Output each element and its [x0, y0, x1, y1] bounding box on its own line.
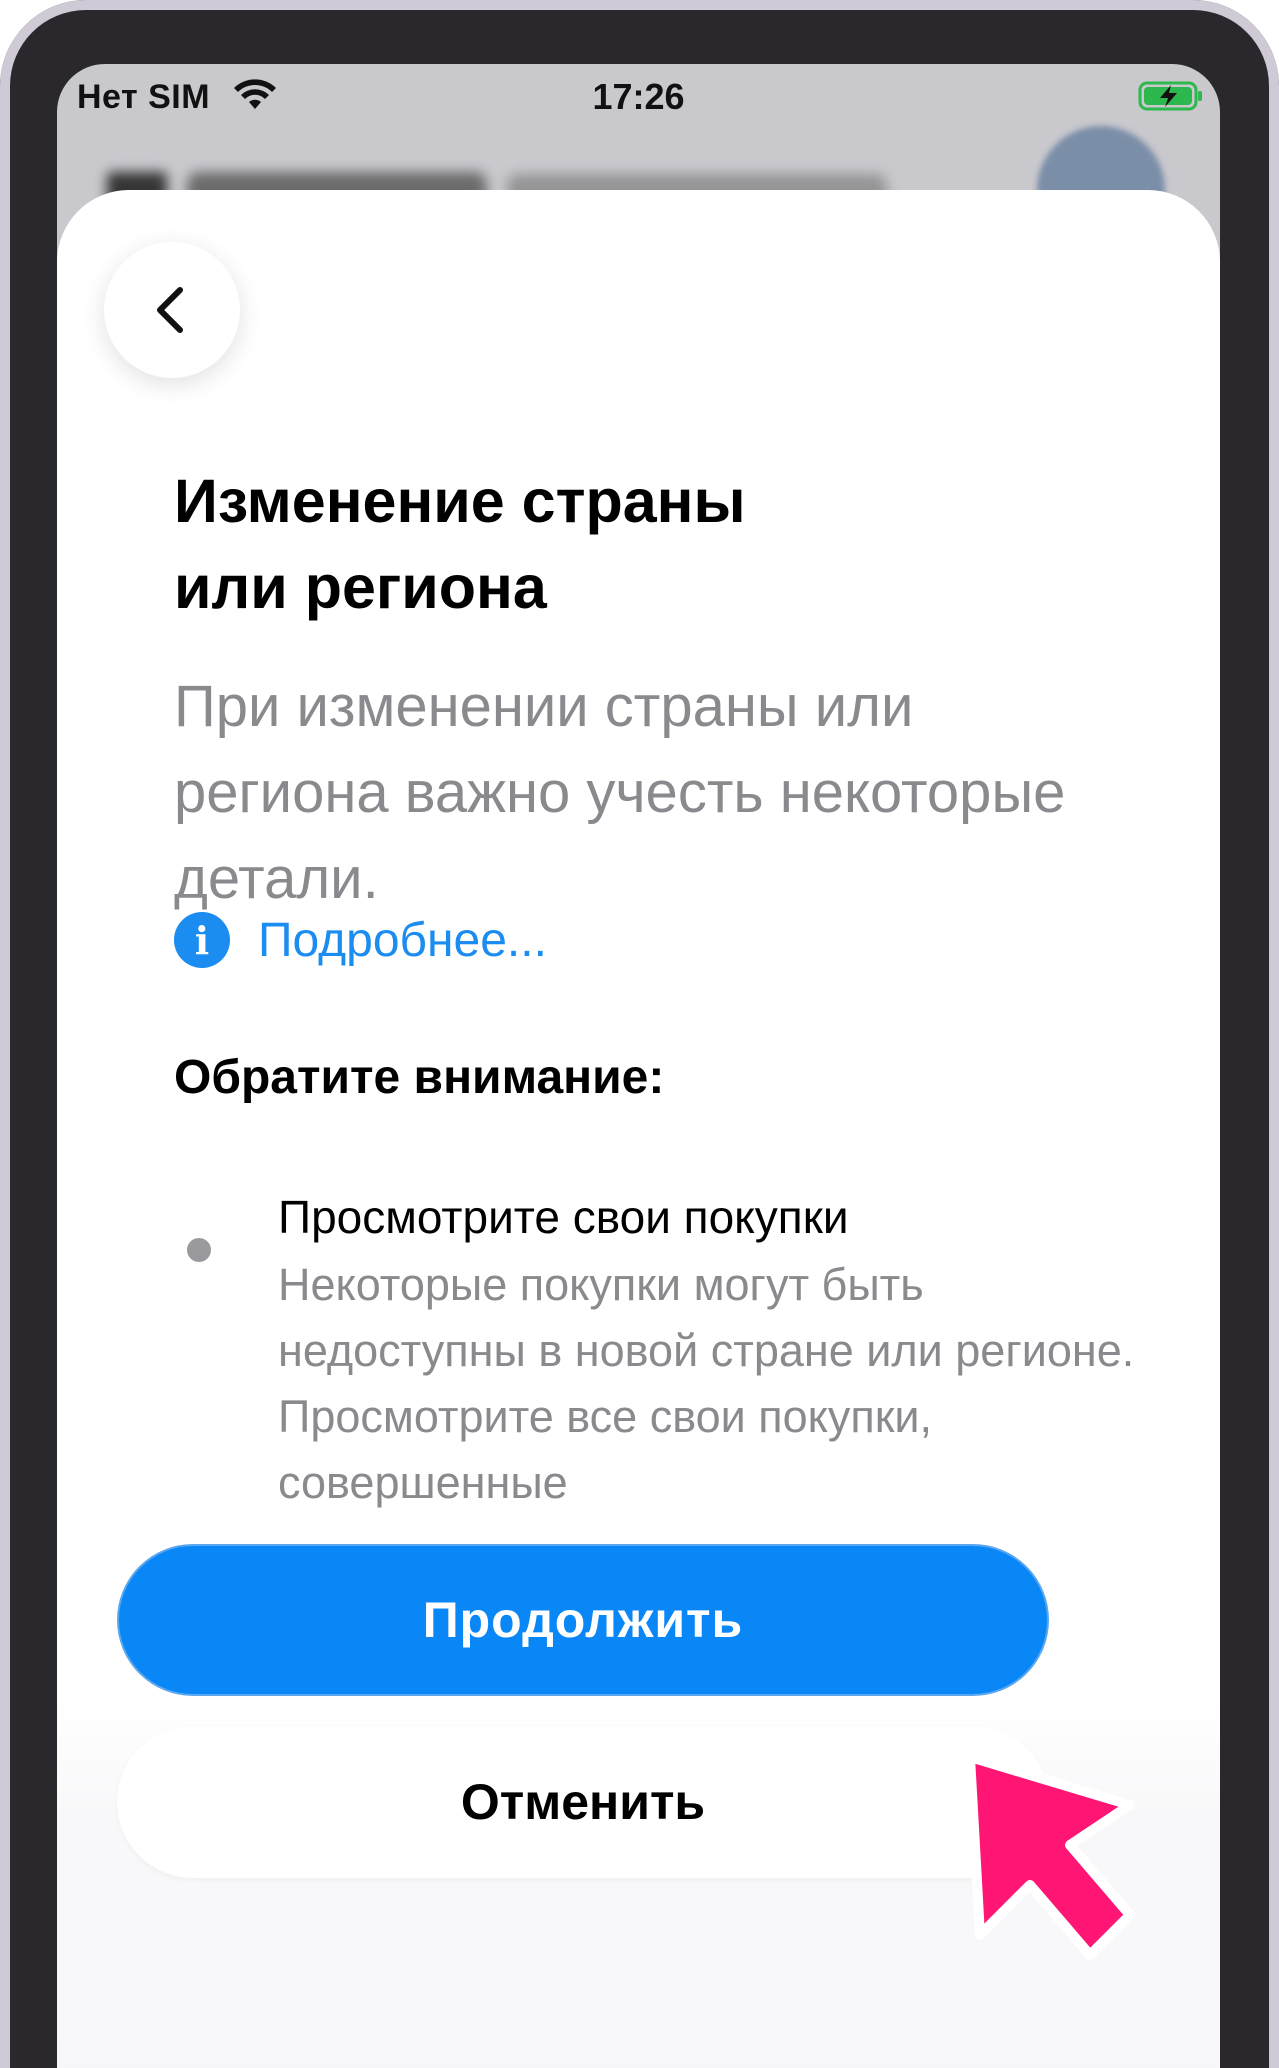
learn-more-text: Подробнее...	[258, 913, 547, 967]
list-item-description: Некоторые покупки могут быть недоступны …	[278, 1259, 1135, 1508]
continue-button[interactable]: Продолжить	[117, 1544, 1049, 1696]
cancel-button[interactable]: Отменить	[117, 1726, 1049, 1878]
page-subtitle: При изменении страны или региона важно у…	[174, 674, 1066, 911]
info-icon: i	[174, 912, 230, 968]
page-title: Изменение страны или региона	[174, 467, 746, 621]
list-item-title: Просмотрите свои покупки	[278, 1191, 849, 1243]
bullet-dot	[187, 1238, 211, 1262]
section-heading: Обратите внимание:	[174, 1051, 665, 1104]
status-bar: Нет SIM 17:26	[57, 64, 1220, 134]
battery-charging-icon	[1138, 81, 1202, 111]
chevron-left-icon	[157, 287, 183, 333]
status-time: 17:26	[592, 76, 685, 117]
learn-more-link[interactable]: i Подробнее...	[174, 912, 547, 968]
pointer-arrow-icon	[965, 1752, 1135, 1960]
back-button[interactable]	[104, 242, 240, 378]
